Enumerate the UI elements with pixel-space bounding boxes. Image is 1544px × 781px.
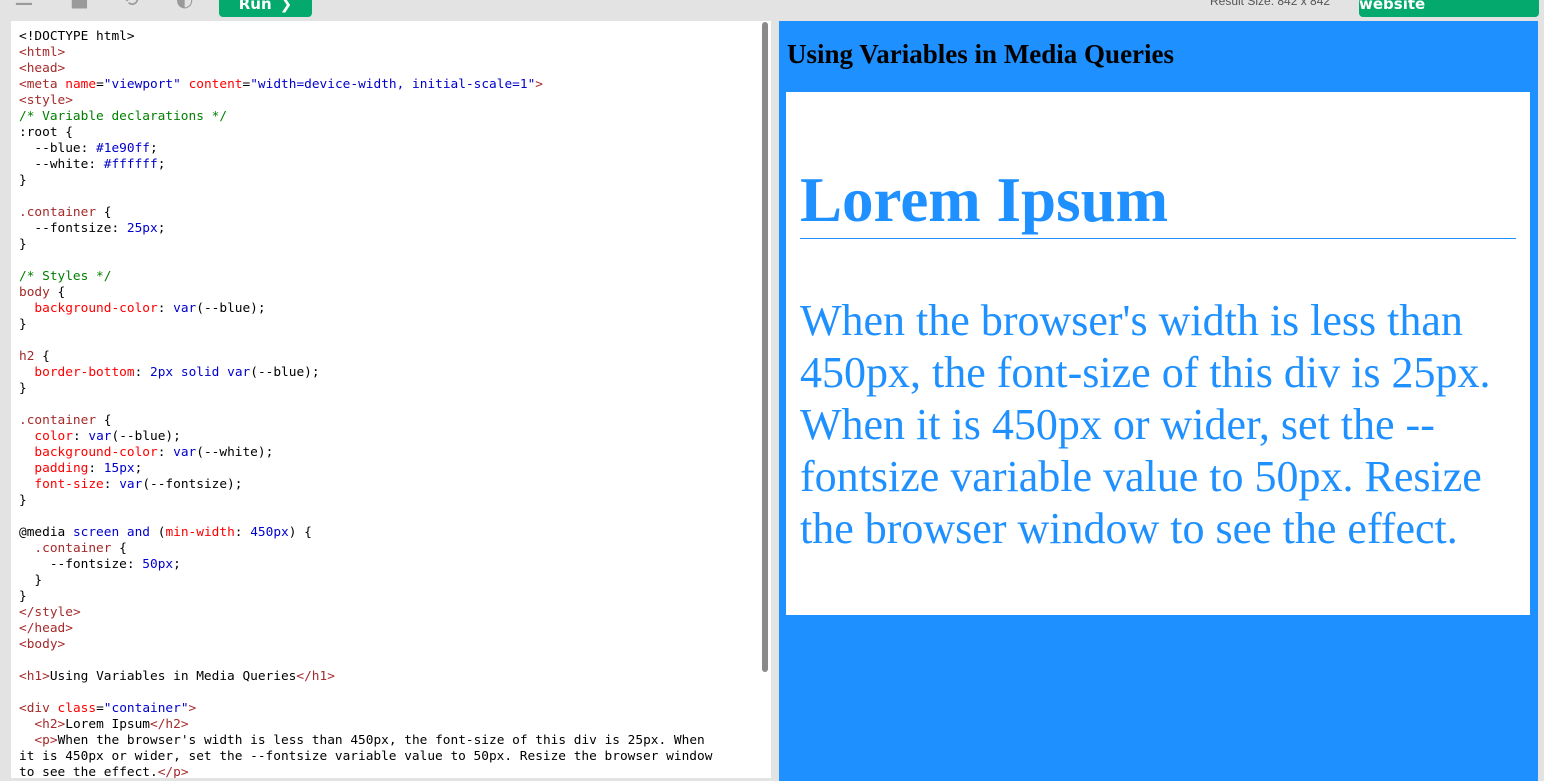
editor-scrollbar[interactable]	[762, 22, 768, 672]
square-icon[interactable]: ■	[70, 0, 89, 10]
code-text[interactable]: <!DOCTYPE html> <html> <head> <meta name…	[19, 29, 712, 778]
run-button[interactable]: Run ❯	[219, 0, 312, 17]
result-size-label: Result Size: 842 x 842	[1210, 0, 1331, 8]
result-subheading: Lorem Ipsum	[800, 162, 1516, 239]
pane-divider[interactable]	[771, 20, 779, 781]
contrast-icon[interactable]: ◐	[176, 0, 193, 10]
result-heading: Using Variables in Media Queries	[787, 39, 1175, 69]
result-pane: Using Variables in Media Queries Lorem I…	[779, 21, 1538, 781]
run-label: Run	[238, 0, 272, 13]
result-paragraph: When the browser's width is less than 45…	[800, 296, 1491, 553]
toolbar: ☰ ⟲ ■ ◐ Run ❯ Result Size: 842 x 842 Get…	[0, 0, 1544, 20]
chevron-right-icon: ❯	[279, 0, 293, 13]
menu-icon[interactable]: ☰	[14, 0, 34, 10]
get-own-website-button[interactable]: Get your own website	[1359, 0, 1539, 17]
result-container: Lorem Ipsum When the browser's width is …	[786, 92, 1530, 615]
code-editor[interactable]: <!DOCTYPE html> <html> <head> <meta name…	[11, 21, 771, 778]
rotate-icon[interactable]: ⟲	[122, 0, 139, 10]
